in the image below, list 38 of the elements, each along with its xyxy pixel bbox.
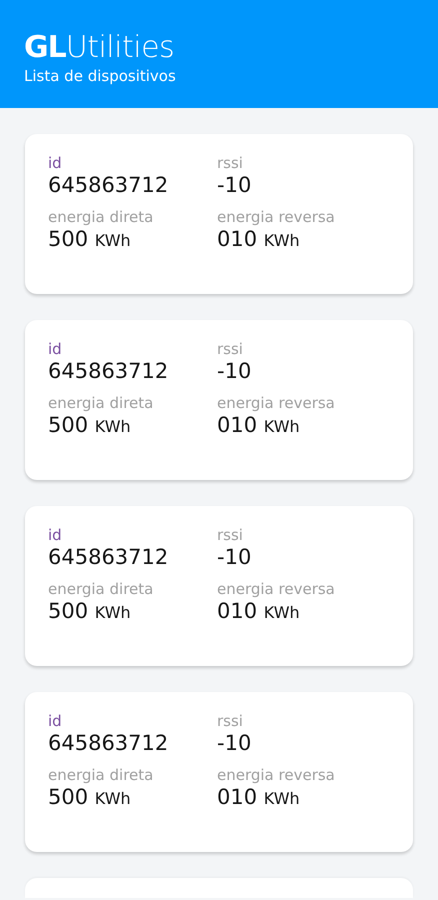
- field-value: -10: [217, 544, 252, 570]
- field-label: energia reversa: [217, 394, 335, 412]
- field-value: -10: [217, 358, 252, 384]
- field-value: 645863712: [48, 544, 168, 570]
- field-value: 500 KWh: [48, 784, 131, 811]
- field-label: energia direta: [48, 580, 154, 598]
- field-value: 010 KWh: [217, 226, 300, 253]
- field-label: id: [48, 712, 62, 730]
- field-value: -10: [217, 172, 252, 198]
- field-label: id: [48, 154, 62, 172]
- field-label: id: [48, 526, 62, 544]
- device-card[interactable]: id 645863712 rssi -10 energia direta 500 KWh energia reversa 010 KWh: [25, 134, 413, 294]
- field-label: energia reversa: [217, 580, 335, 598]
- app-title: GLUtilities: [24, 30, 174, 66]
- field-label: energia reversa: [217, 208, 335, 226]
- field-label: id: [48, 340, 62, 358]
- field-value: 645863712: [48, 358, 168, 384]
- field-value: 645863712: [48, 172, 168, 198]
- field-value: 010 KWh: [217, 412, 300, 439]
- field-value: 500 KWh: [48, 598, 131, 625]
- field-value: -10: [217, 730, 252, 756]
- field-label: rssi: [217, 526, 243, 544]
- device-card[interactable]: id 645863712 rssi -10 energia direta 500 KWh energia reversa 010 KWh: [25, 692, 413, 852]
- field-label: energia direta: [48, 394, 154, 412]
- field-label: energia direta: [48, 766, 154, 784]
- field-label: energia direta: [48, 208, 154, 226]
- field-label: rssi: [217, 154, 243, 172]
- page-subtitle: Lista de dispositivos: [24, 66, 176, 86]
- field-value: 500 KWh: [48, 226, 131, 253]
- device-card[interactable]: id 645863712 rssi -10 energia direta 500 KWh energia reversa 010 KWh: [25, 506, 413, 666]
- field-label: energia reversa: [217, 766, 335, 784]
- field-label: rssi: [217, 712, 243, 730]
- field-value: 010 KWh: [217, 598, 300, 625]
- device-card[interactable]: id 645863712 rssi -10 energia direta 500 KWh energia reversa 010 KWh: [25, 320, 413, 480]
- field-label: rssi: [217, 340, 243, 358]
- field-value: 010 KWh: [217, 784, 300, 811]
- field-value: 500 KWh: [48, 412, 131, 439]
- field-value: 645863712: [48, 730, 168, 756]
